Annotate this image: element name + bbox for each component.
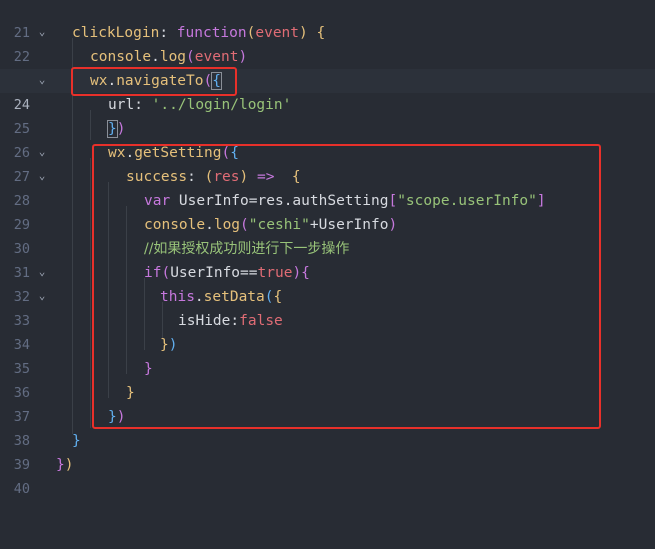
line-number: 40 [13, 481, 30, 497]
code-text: }) [107, 120, 126, 138]
code-line[interactable]: 22 ⌄ clickLogin: function(event) { [0, 21, 655, 65]
fold-chevron-icon[interactable]: ⌄ [36, 165, 48, 189]
code-line[interactable]: 39 } [0, 429, 655, 473]
annotation-box-navigate [71, 67, 237, 96]
code-text: } [72, 433, 81, 449]
code-text: clickLogin: function(event) { [72, 25, 326, 41]
code-editor[interactable]: 21 22 ⌄ clickLogin: function(event) { 23… [0, 0, 655, 497]
code-line[interactable]: 26 }) [0, 117, 655, 161]
code-text: url: '../login/login' [108, 97, 292, 113]
fold-chevron-icon[interactable]: ⌄ [36, 285, 48, 309]
fold-chevron-icon[interactable]: ⌄ [36, 141, 48, 165]
fold-chevron-icon[interactable]: ⌄ [36, 261, 48, 285]
code-line[interactable]: 23 console.log(event) [0, 45, 655, 89]
fold-chevron-icon[interactable]: ⌄ [36, 69, 48, 93]
code-line[interactable]: 40 }) [0, 453, 655, 497]
code-line[interactable]: 21 [0, 0, 655, 41]
code-text: }) [56, 457, 74, 473]
annotation-box-getsetting [92, 144, 601, 429]
fold-chevron-icon[interactable]: ⌄ [36, 21, 48, 45]
code-text: console.log(event) [90, 49, 248, 65]
code-line[interactable]: 25 url: '../login/login' [0, 93, 655, 137]
